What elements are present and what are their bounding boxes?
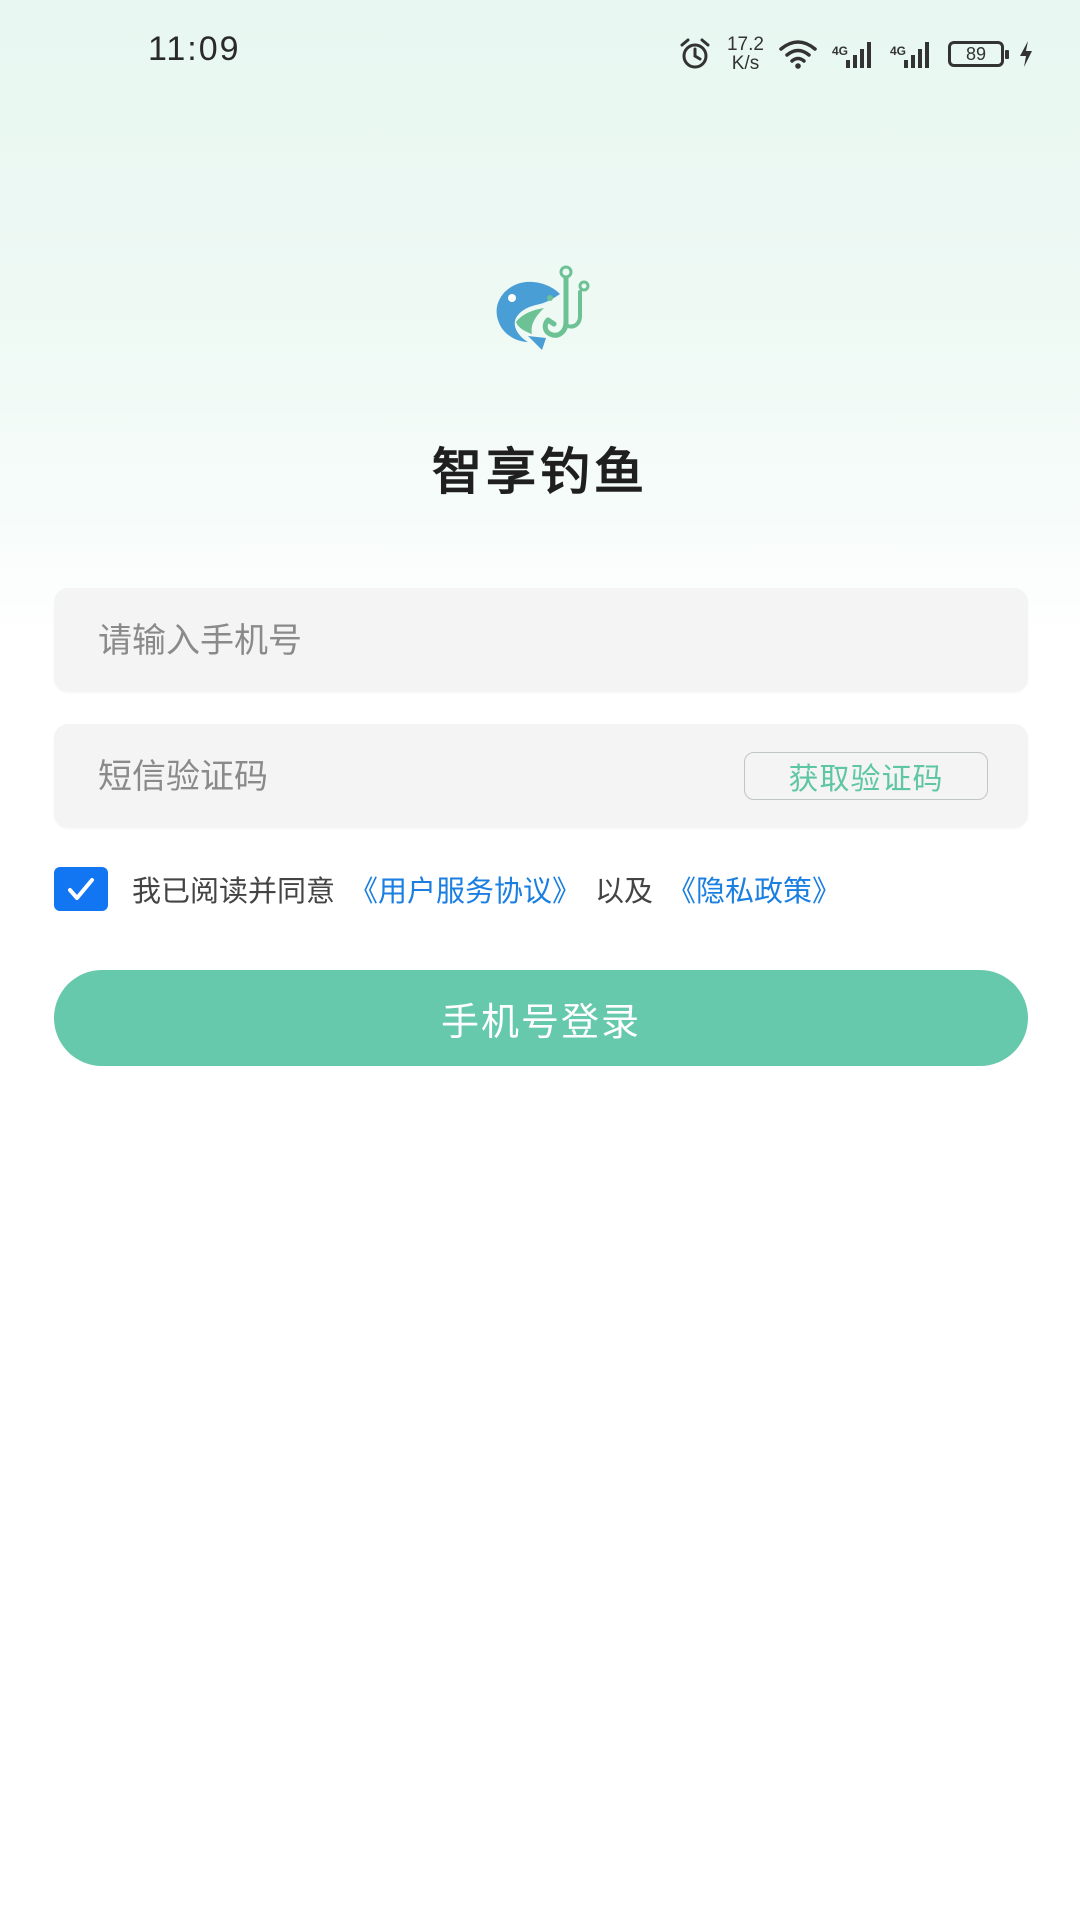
status-icons: 17.2 K/s 4G 4G 89 bbox=[677, 32, 1034, 76]
battery-level: 89 bbox=[965, 43, 987, 64]
signal-bars-icon bbox=[845, 42, 871, 68]
privacy-policy-link[interactable]: 《隐私政策》 bbox=[667, 868, 841, 910]
sms-code-input[interactable] bbox=[96, 724, 740, 830]
app-title: 智享钓鱼 bbox=[432, 443, 648, 501]
checkmark-icon bbox=[68, 878, 94, 900]
signal-bars-icon bbox=[904, 42, 929, 68]
alarm-icon bbox=[680, 38, 710, 69]
wifi-icon bbox=[779, 40, 817, 69]
get-code-button[interactable]: 获取验证码 bbox=[744, 752, 988, 800]
cellular-signal-2: 4G bbox=[890, 40, 934, 68]
sms-code-field[interactable]: 获取验证码 bbox=[54, 724, 1028, 830]
phone-login-button[interactable]: 手机号登录 bbox=[54, 970, 1028, 1066]
phone-field[interactable] bbox=[54, 588, 1028, 694]
signal-2-label: 4G bbox=[889, 44, 906, 58]
charging-bolt-icon bbox=[1020, 41, 1032, 67]
agreement-row: 我已阅读并同意 《用户服务协议》 以及 《隐私政策》 bbox=[54, 866, 841, 912]
user-agreement-link[interactable]: 《用户服务协议》 bbox=[349, 868, 581, 910]
agree-text: 我已阅读并同意 bbox=[132, 874, 336, 908]
phone-input[interactable] bbox=[96, 588, 740, 694]
agree-checkbox[interactable] bbox=[54, 867, 108, 911]
signal-1-label: 4G bbox=[831, 44, 848, 58]
network-speed: 17.2 K/s bbox=[727, 35, 764, 73]
fish-hook-logo-icon bbox=[496, 265, 590, 350]
status-time: 11:09 bbox=[148, 30, 241, 68]
network-speed-value: 17.2 bbox=[726, 34, 764, 55]
status-bar: 11:09 17.2 K/s 4G 4G 89 bbox=[0, 0, 1080, 110]
network-speed-unit: K/s bbox=[731, 53, 760, 74]
cellular-signal-1: 4G bbox=[832, 40, 876, 68]
battery-indicator: 89 bbox=[948, 41, 1009, 67]
and-text: 以及 bbox=[595, 874, 654, 908]
